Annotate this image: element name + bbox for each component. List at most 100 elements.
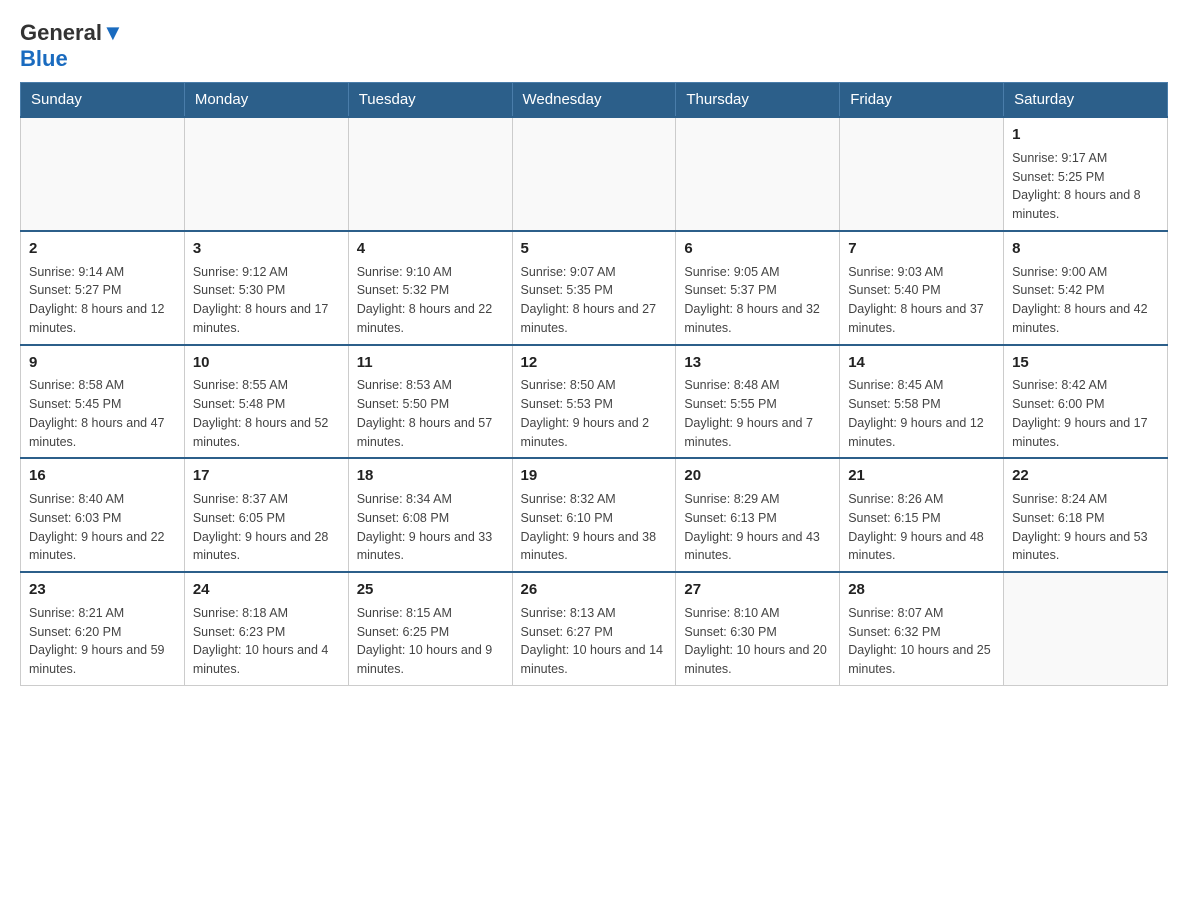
calendar-week-row-4: 16Sunrise: 8:40 AMSunset: 6:03 PMDayligh…	[21, 458, 1168, 572]
calendar-cell: 5 Sunrise: 9:07 AMSunset: 5:35 PMDaylight…	[512, 231, 676, 345]
calendar-cell: 21Sunrise: 8:26 AMSunset: 6:15 PMDayligh…	[840, 458, 1004, 572]
day-number: 1	[1012, 124, 1159, 146]
calendar-cell: 9Sunrise: 8:58 AMSunset: 5:45 PMDaylight…	[21, 345, 185, 459]
day-number: 25	[357, 579, 504, 601]
day-number: 6	[684, 238, 831, 260]
calendar-cell: 27 Sunrise: 8:10 AMSunset: 6:30 PMDayligh…	[676, 572, 840, 685]
calendar-week-row-2: 2 Sunrise: 9:14 AMSunset: 5:27 PMDaylight…	[21, 231, 1168, 345]
calendar-cell: 28Sunrise: 8:07 AMSunset: 6:32 PMDayligh…	[840, 572, 1004, 685]
day-number: 26	[521, 579, 668, 601]
calendar-cell: 12Sunrise: 8:50 AMSunset: 5:53 PMDayligh…	[512, 345, 676, 459]
day-number: 14	[848, 352, 995, 374]
day-info: Sunrise: 9:14 AMSunset: 5:27 PMDaylight:…	[29, 263, 176, 338]
calendar-cell: 18 Sunrise: 8:34 AMSunset: 6:08 PMDayligh…	[348, 458, 512, 572]
weekday-header-wednesday: Wednesday	[512, 83, 676, 118]
calendar-cell: 1Sunrise: 9:17 AMSunset: 5:25 PMDaylight…	[1004, 117, 1168, 231]
day-number: 9	[29, 352, 176, 374]
calendar-cell: 20Sunrise: 8:29 AMSunset: 6:13 PMDayligh…	[676, 458, 840, 572]
day-number: 8	[1012, 238, 1159, 260]
page-header: General▼ Blue	[20, 20, 1168, 72]
day-number: 24	[193, 579, 340, 601]
day-number: 15	[1012, 352, 1159, 374]
logo-triangle-icon: ▼	[102, 20, 124, 45]
calendar-cell	[1004, 572, 1168, 685]
day-info: Sunrise: 8:50 AMSunset: 5:53 PMDaylight:…	[521, 376, 668, 451]
day-info: Sunrise: 9:05 AMSunset: 5:37 PMDaylight:…	[684, 263, 831, 338]
day-info: Sunrise: 9:10 AMSunset: 5:32 PMDaylight:…	[357, 263, 504, 338]
calendar-week-row-5: 23 Sunrise: 8:21 AMSunset: 6:20 PMDayligh…	[21, 572, 1168, 685]
day-number: 18	[357, 465, 504, 487]
weekday-header-tuesday: Tuesday	[348, 83, 512, 118]
calendar-week-row-1: 1Sunrise: 9:17 AMSunset: 5:25 PMDaylight…	[21, 117, 1168, 231]
day-info: Sunrise: 8:10 AMSunset: 6:30 PMDaylight:…	[684, 604, 831, 679]
day-number: 3	[193, 238, 340, 260]
day-info: Sunrise: 8:48 AMSunset: 5:55 PMDaylight:…	[684, 376, 831, 451]
day-number: 17	[193, 465, 340, 487]
weekday-header-saturday: Saturday	[1004, 83, 1168, 118]
calendar-cell: 4 Sunrise: 9:10 AMSunset: 5:32 PMDaylight…	[348, 231, 512, 345]
calendar-cell: 14Sunrise: 8:45 AMSunset: 5:58 PMDayligh…	[840, 345, 1004, 459]
day-number: 27	[684, 579, 831, 601]
calendar-cell	[184, 117, 348, 231]
calendar-cell: 15Sunrise: 8:42 AMSunset: 6:00 PMDayligh…	[1004, 345, 1168, 459]
day-info: Sunrise: 8:21 AMSunset: 6:20 PMDaylight:…	[29, 604, 176, 679]
day-number: 2	[29, 238, 176, 260]
calendar-cell	[348, 117, 512, 231]
day-number: 20	[684, 465, 831, 487]
weekday-header-friday: Friday	[840, 83, 1004, 118]
day-number: 22	[1012, 465, 1159, 487]
day-number: 4	[357, 238, 504, 260]
day-info: Sunrise: 8:15 AMSunset: 6:25 PMDaylight:…	[357, 604, 504, 679]
day-info: Sunrise: 8:13 AMSunset: 6:27 PMDaylight:…	[521, 604, 668, 679]
weekday-header-thursday: Thursday	[676, 83, 840, 118]
calendar-cell: 23 Sunrise: 8:21 AMSunset: 6:20 PMDayligh…	[21, 572, 185, 685]
calendar-cell: 6 Sunrise: 9:05 AMSunset: 5:37 PMDaylight…	[676, 231, 840, 345]
calendar-cell: 22 Sunrise: 8:24 AMSunset: 6:18 PMDayligh…	[1004, 458, 1168, 572]
day-info: Sunrise: 9:00 AMSunset: 5:42 PMDaylight:…	[1012, 263, 1159, 338]
day-info: Sunrise: 9:03 AMSunset: 5:40 PMDaylight:…	[848, 263, 995, 338]
day-number: 13	[684, 352, 831, 374]
calendar-cell: 17 Sunrise: 8:37 AMSunset: 6:05 PMDayligh…	[184, 458, 348, 572]
calendar-cell: 16Sunrise: 8:40 AMSunset: 6:03 PMDayligh…	[21, 458, 185, 572]
calendar-cell: 26 Sunrise: 8:13 AMSunset: 6:27 PMDayligh…	[512, 572, 676, 685]
day-number: 19	[521, 465, 668, 487]
calendar-cell: 8 Sunrise: 9:00 AMSunset: 5:42 PMDaylight…	[1004, 231, 1168, 345]
day-info: Sunrise: 8:58 AMSunset: 5:45 PMDaylight:…	[29, 376, 176, 451]
calendar-cell	[512, 117, 676, 231]
day-info: Sunrise: 8:34 AMSunset: 6:08 PMDaylight:…	[357, 490, 504, 565]
day-info: Sunrise: 8:45 AMSunset: 5:58 PMDaylight:…	[848, 376, 995, 451]
day-info: Sunrise: 8:24 AMSunset: 6:18 PMDaylight:…	[1012, 490, 1159, 565]
logo-text-general: General▼	[20, 20, 124, 45]
calendar-cell: 10Sunrise: 8:55 AMSunset: 5:48 PMDayligh…	[184, 345, 348, 459]
day-number: 12	[521, 352, 668, 374]
day-number: 28	[848, 579, 995, 601]
day-info: Sunrise: 8:53 AMSunset: 5:50 PMDaylight:…	[357, 376, 504, 451]
day-number: 5	[521, 238, 668, 260]
calendar-cell	[676, 117, 840, 231]
weekday-header-monday: Monday	[184, 83, 348, 118]
day-info: Sunrise: 9:12 AMSunset: 5:30 PMDaylight:…	[193, 263, 340, 338]
day-number: 11	[357, 352, 504, 374]
calendar-table: SundayMondayTuesdayWednesdayThursdayFrid…	[20, 82, 1168, 686]
calendar-cell: 25 Sunrise: 8:15 AMSunset: 6:25 PMDayligh…	[348, 572, 512, 685]
calendar-cell: 19 Sunrise: 8:32 AMSunset: 6:10 PMDayligh…	[512, 458, 676, 572]
day-info: Sunrise: 8:26 AMSunset: 6:15 PMDaylight:…	[848, 490, 995, 565]
logo-text-blue: Blue	[20, 46, 68, 71]
day-info: Sunrise: 8:40 AMSunset: 6:03 PMDaylight:…	[29, 490, 176, 565]
day-info: Sunrise: 8:55 AMSunset: 5:48 PMDaylight:…	[193, 376, 340, 451]
weekday-header-sunday: Sunday	[21, 83, 185, 118]
day-info: Sunrise: 8:42 AMSunset: 6:00 PMDaylight:…	[1012, 376, 1159, 451]
day-number: 10	[193, 352, 340, 374]
day-info: Sunrise: 8:32 AMSunset: 6:10 PMDaylight:…	[521, 490, 668, 565]
day-info: Sunrise: 8:18 AMSunset: 6:23 PMDaylight:…	[193, 604, 340, 679]
calendar-cell	[21, 117, 185, 231]
calendar-cell: 11Sunrise: 8:53 AMSunset: 5:50 PMDayligh…	[348, 345, 512, 459]
calendar-cell	[840, 117, 1004, 231]
day-info: Sunrise: 8:37 AMSunset: 6:05 PMDaylight:…	[193, 490, 340, 565]
calendar-cell: 2 Sunrise: 9:14 AMSunset: 5:27 PMDaylight…	[21, 231, 185, 345]
calendar-cell: 13Sunrise: 8:48 AMSunset: 5:55 PMDayligh…	[676, 345, 840, 459]
day-number: 23	[29, 579, 176, 601]
day-number: 7	[848, 238, 995, 260]
day-info: Sunrise: 9:07 AMSunset: 5:35 PMDaylight:…	[521, 263, 668, 338]
logo: General▼ Blue	[20, 20, 124, 72]
